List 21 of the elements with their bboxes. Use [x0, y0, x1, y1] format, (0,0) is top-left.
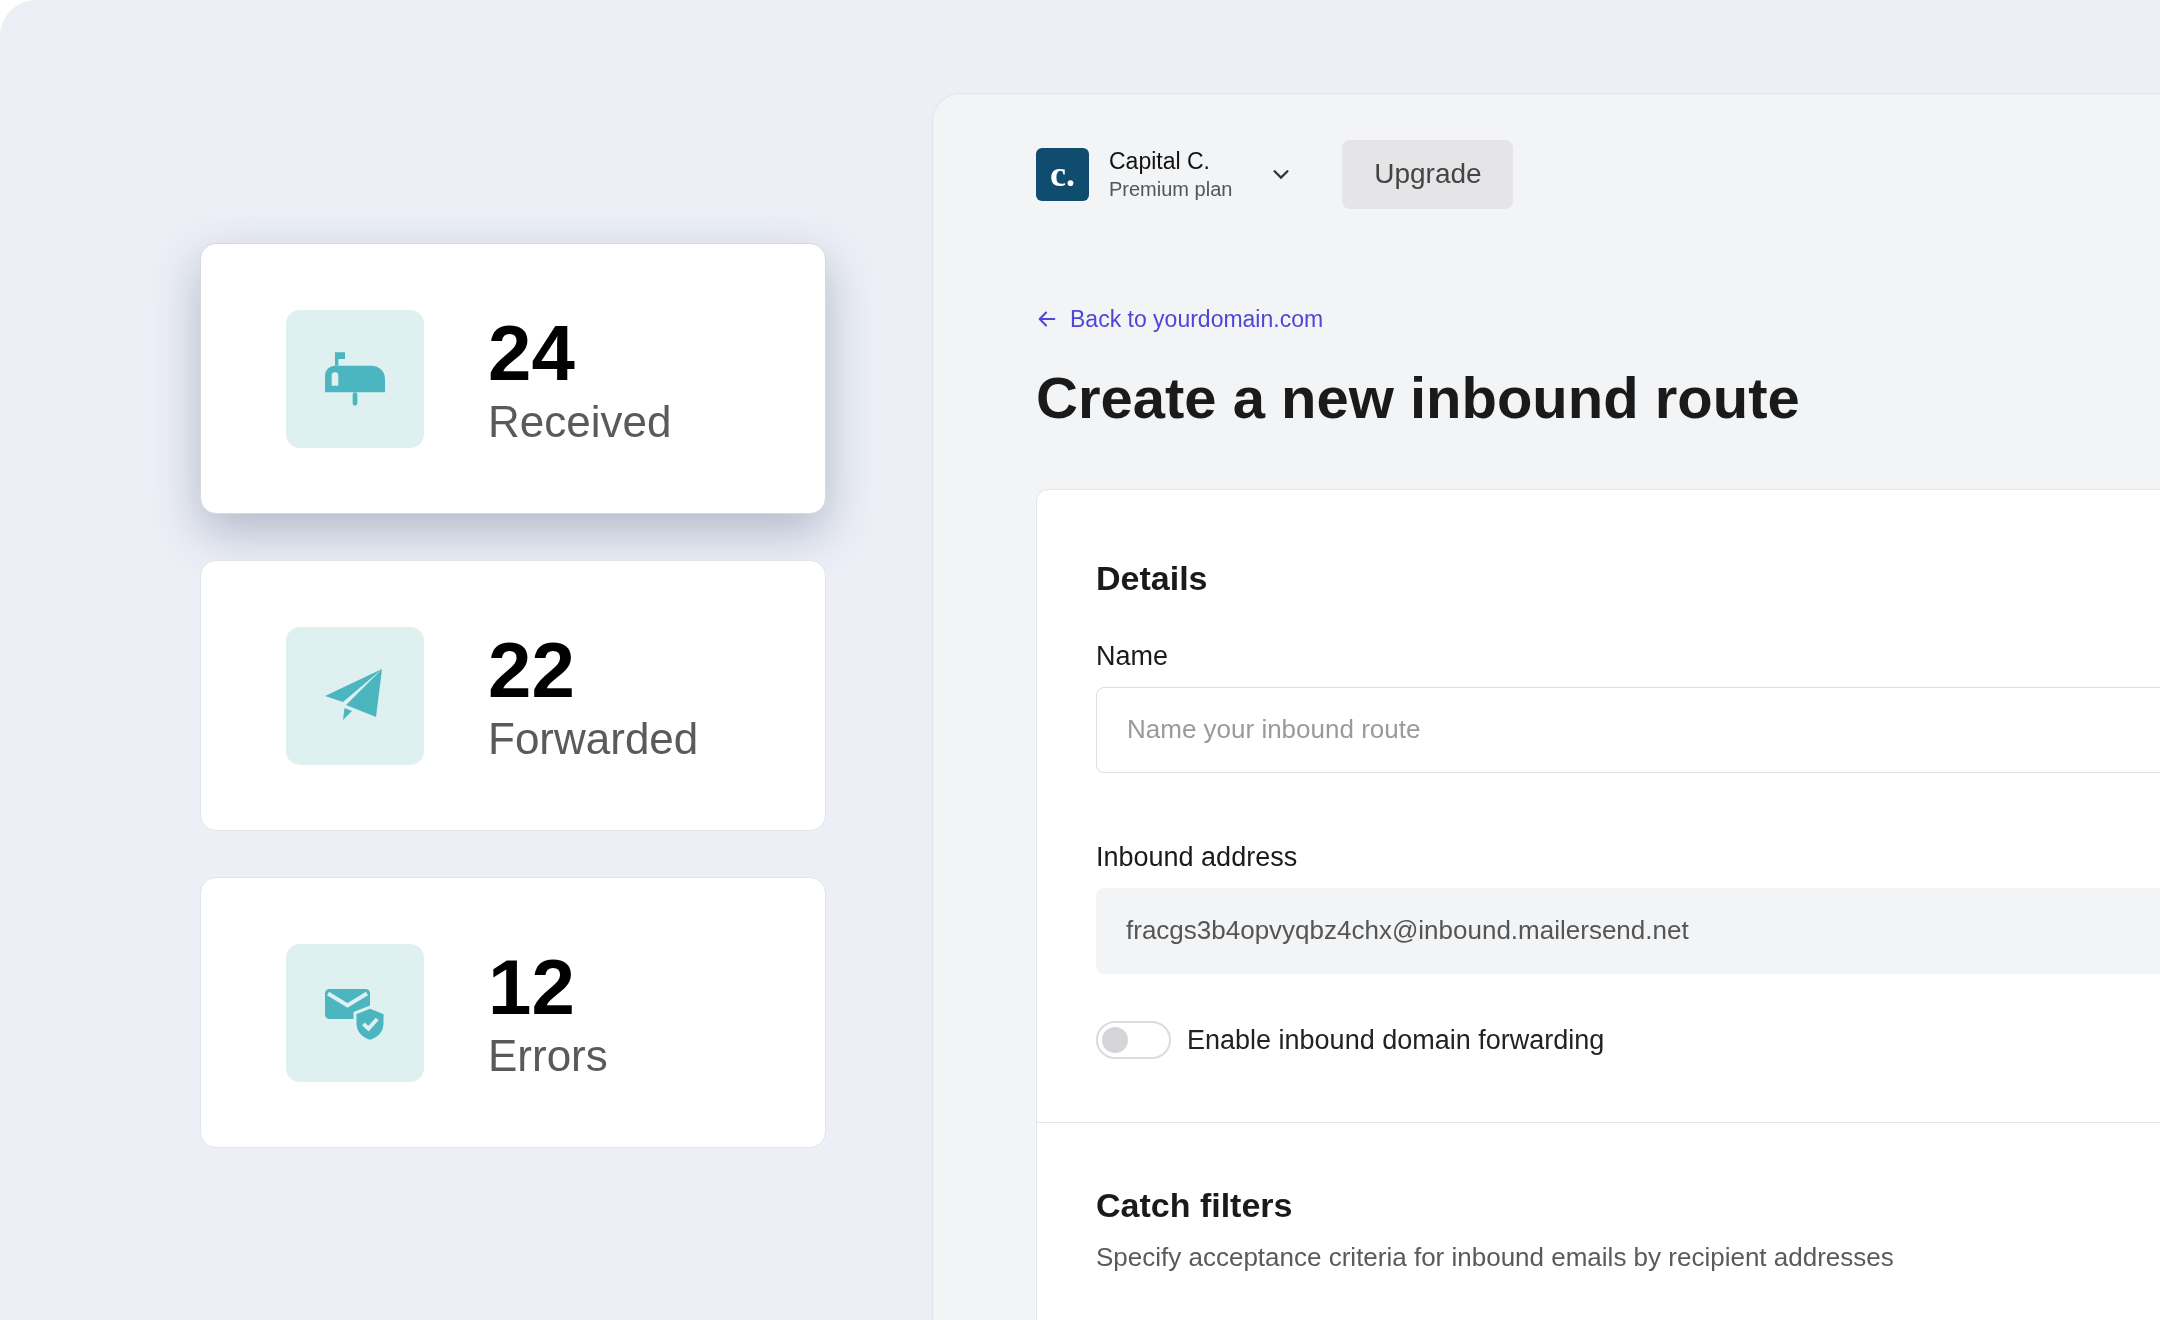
toggle-label: Enable inbound domain forwarding: [1187, 1023, 1605, 1057]
page-title: Create a new inbound route: [1036, 363, 1801, 432]
account-plan: Premium plan: [1109, 177, 1233, 202]
section-heading: Catch filters: [1096, 1185, 1294, 1226]
stat-label: Errors: [488, 1029, 608, 1082]
name-input[interactable]: Name your inbound route: [1096, 686, 2160, 773]
address-input[interactable]: fracgs3b4opvyqbz4chx@inbound.mailersend.net: [1096, 887, 2160, 974]
stat-label: Forwarded: [488, 712, 699, 765]
upgrade-button[interactable]: Upgrade: [1342, 139, 1514, 209]
toggle-switch[interactable]: [1096, 1020, 1171, 1059]
stat-label: Received: [488, 395, 672, 448]
company-logo: c.: [1036, 147, 1089, 201]
account-name: Capital C.: [1109, 147, 1211, 176]
stat-value: 22: [488, 626, 576, 713]
field-label: Inbound address: [1096, 840, 1299, 874]
field-label: Name: [1096, 639, 1170, 673]
section-description: Specify acceptance criteria for inbound emails by recipient addresses: [1096, 1241, 1895, 1274]
section-heading: Details: [1096, 557, 1209, 599]
stat-value: 12: [488, 943, 576, 1030]
back-link[interactable]: Back to yourdomain.com: [1036, 302, 1324, 337]
stat-value: 24: [488, 309, 576, 396]
